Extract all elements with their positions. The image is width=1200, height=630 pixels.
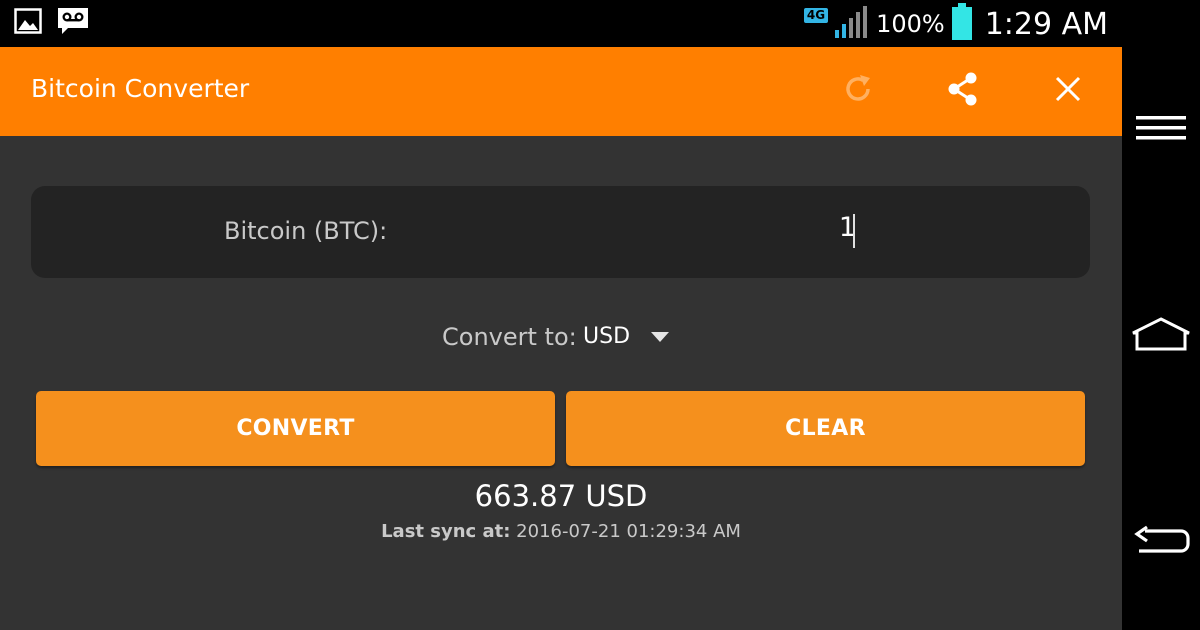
menu-button[interactable] bbox=[1122, 100, 1200, 160]
btc-amount-input[interactable]: 1 bbox=[31, 212, 856, 243]
battery-icon bbox=[951, 3, 973, 45]
signal-icon bbox=[834, 4, 870, 44]
network-type-badge: 4G bbox=[803, 7, 829, 23]
app-screen: Bitcoin Converter Bitcoin (BTC): 1 Conve… bbox=[0, 47, 1122, 630]
home-button[interactable] bbox=[1122, 306, 1200, 366]
notification-icons bbox=[14, 6, 90, 40]
conversion-result: 663.87 USD bbox=[474, 479, 648, 513]
toolbar: Bitcoin Converter bbox=[0, 47, 1122, 136]
navigation-bar bbox=[1122, 0, 1200, 630]
close-button[interactable] bbox=[1048, 71, 1088, 111]
clock: 1:29 AM bbox=[984, 6, 1108, 42]
share-icon bbox=[944, 70, 982, 112]
refresh-icon bbox=[841, 72, 875, 110]
convert-button[interactable]: CONVERT bbox=[36, 391, 555, 466]
battery-percent: 100% bbox=[876, 10, 945, 38]
clear-button[interactable]: CLEAR bbox=[566, 391, 1085, 466]
selected-currency: USD bbox=[583, 324, 631, 349]
status-icons: 4G 100% 1:29 AM bbox=[803, 3, 1108, 45]
last-sync-label: Last sync at: bbox=[381, 521, 511, 542]
app-title: Bitcoin Converter bbox=[31, 74, 250, 103]
image-icon bbox=[14, 8, 42, 38]
refresh-button[interactable] bbox=[838, 71, 878, 111]
last-sync-info: Last sync at: 2016-07-21 01:29:34 AM bbox=[0, 521, 1122, 542]
home-icon bbox=[1130, 317, 1192, 355]
share-button[interactable] bbox=[943, 71, 983, 111]
convert-to-row: Convert to: USD bbox=[0, 319, 1122, 355]
text-cursor bbox=[853, 214, 855, 248]
close-icon bbox=[1053, 74, 1083, 108]
back-button[interactable] bbox=[1122, 514, 1200, 574]
last-sync-value: 2016-07-21 01:29:34 AM bbox=[516, 521, 741, 542]
menu-icon bbox=[1135, 113, 1187, 147]
voicemail-icon bbox=[56, 6, 90, 40]
btc-input-card: Bitcoin (BTC): 1 bbox=[31, 186, 1090, 278]
back-icon bbox=[1131, 525, 1191, 563]
dropdown-arrow-icon bbox=[651, 332, 669, 342]
currency-dropdown[interactable]: USD bbox=[583, 321, 678, 353]
status-bar: 4G 100% 1:29 AM bbox=[0, 0, 1122, 47]
convert-to-label: Convert to: bbox=[442, 323, 577, 351]
